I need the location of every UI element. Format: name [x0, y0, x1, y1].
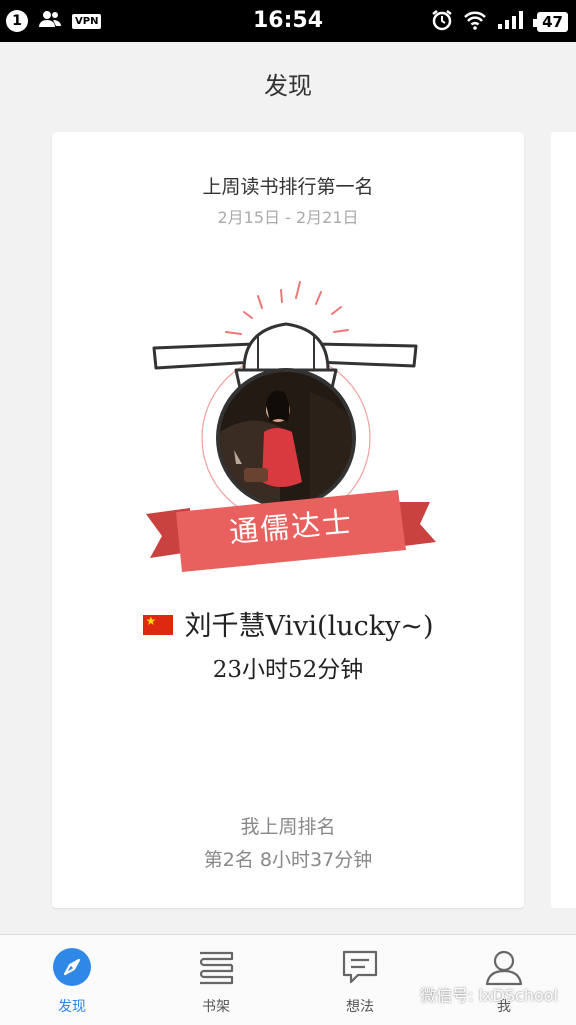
tab-bookshelf-label: 书架	[202, 999, 230, 1015]
tab-discover-label: 发现	[58, 999, 86, 1015]
tab-thoughts-label: 想法	[346, 999, 374, 1015]
battery-indicator: 47	[533, 12, 568, 32]
status-right: 47	[431, 9, 568, 35]
tab-discover[interactable]: 发现	[0, 935, 144, 1025]
page-title: 发现	[264, 72, 312, 100]
compass-icon	[52, 947, 92, 987]
chat-icon	[340, 947, 380, 987]
tab-bookshelf[interactable]: 书架	[144, 935, 288, 1025]
champion-reading-time: 23小时52分钟	[212, 657, 364, 683]
wechat-watermark: 微信号: lxDSchool	[420, 986, 558, 1005]
tab-thoughts[interactable]: 想法	[288, 935, 432, 1025]
next-card-peek[interactable]	[551, 132, 576, 908]
bookshelf-icon	[196, 947, 236, 987]
champion-badge: 通儒达士	[136, 272, 440, 572]
ranking-title: 上周读书排行第一名	[202, 176, 374, 198]
tab-me[interactable]: 我	[432, 935, 576, 1025]
my-rank-title: 我上周排名	[240, 816, 336, 838]
bottom-tab-bar: 发现 书架 想法 我	[0, 934, 576, 1025]
champion-user-name-text: 刘千慧Vivi(lucky~)	[184, 611, 434, 642]
alarm-icon	[431, 9, 453, 35]
signal-icon	[497, 10, 527, 34]
person-icon	[484, 947, 524, 987]
wifi-icon	[463, 10, 487, 34]
ranking-date-range: 2月15日 - 2月21日	[217, 208, 359, 227]
china-flag-icon	[142, 614, 173, 635]
status-bar: 1 VPN 16:54 47	[0, 0, 576, 42]
my-rank-value: 第2名 8小时37分钟	[203, 849, 373, 871]
ranking-card[interactable]: 上周读书排行第一名 2月15日 - 2月21日 通儒达士 ★刘千慧Vivi(lu…	[52, 132, 524, 908]
champion-user-name[interactable]: 刘千慧Vivi(lucky~)	[52, 604, 524, 643]
